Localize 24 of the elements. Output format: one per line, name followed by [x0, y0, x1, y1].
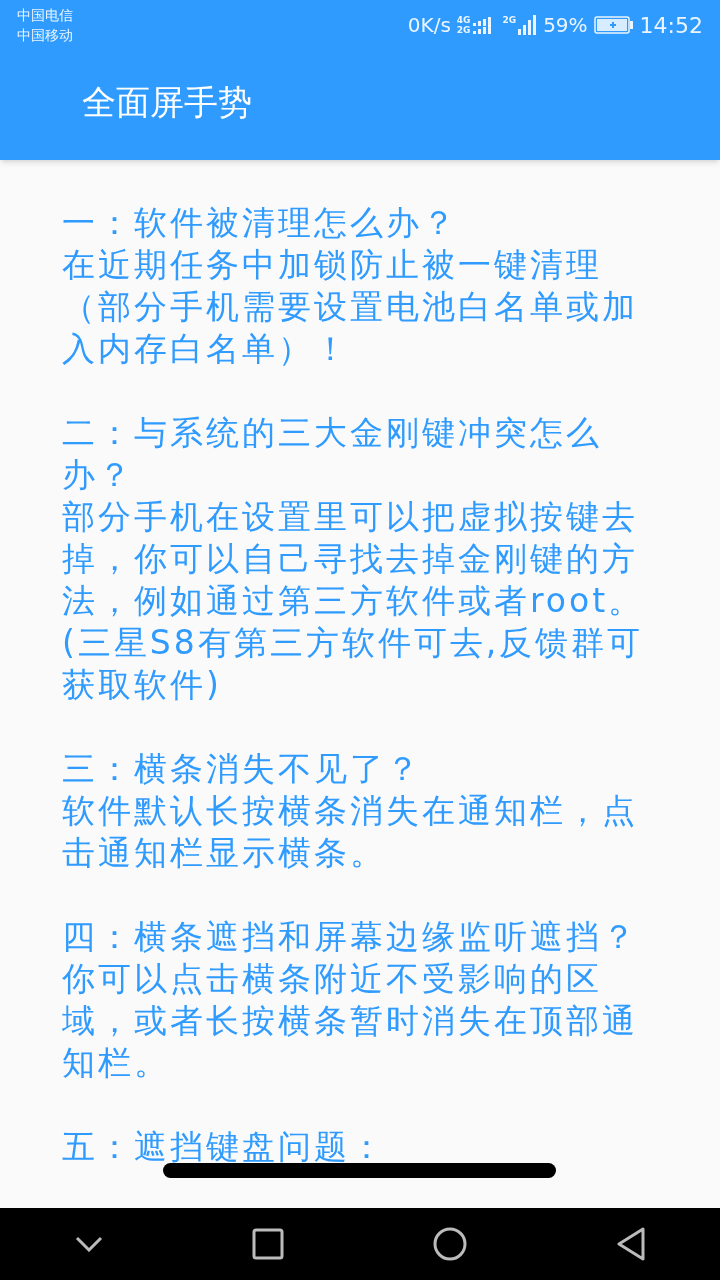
faq-answer: 部分手机在设置里可以把虚拟按键去掉，你可以自己寻找去掉金刚键的方法，例如通过第三方软件或者root。(三星S8有第三方软件可去,反馈群可获取软件) [62, 496, 646, 706]
faq-question: 五：遮挡键盘问题： [62, 1126, 387, 1168]
back-button[interactable] [615, 1227, 646, 1261]
page-title: 全面屏手势 [82, 80, 252, 124]
faq-question: 三：横条消失不见了？ [62, 748, 423, 790]
carrier-name: 中国电信 [17, 6, 73, 25]
faq-question: 一：软件被清理怎么办？ [62, 202, 459, 244]
faq-question: 二：与系统的三大金刚键冲突怎么办？ [62, 412, 603, 496]
faq-answer: 软件默认长按横条消失在通知栏，点击通知栏显示横条。 [62, 790, 639, 874]
faq-answer: 你可以点击横条附近不受影响的区域，或者长按横条暂时消失在顶部通知栏。 [62, 958, 639, 1084]
network-type: 2G [502, 15, 517, 25]
network-speed: 0K/s [407, 12, 451, 39]
home-button[interactable] [432, 1227, 467, 1261]
battery-percent: 59% [543, 12, 588, 39]
carrier-name: 中国移动 [17, 26, 73, 45]
network-type: 4G [456, 15, 471, 25]
clock: 14:52 [639, 11, 703, 40]
recents-button[interactable] [251, 1228, 284, 1260]
network-type: 2G [456, 25, 471, 35]
faq-answer: 在近期任务中加锁防止被一键清理（部分手机需要设置电池白名单或加入内存白名单）！ [62, 244, 639, 370]
faq-question: 四：横条遮挡和屏幕边缘监听遮挡？ [62, 916, 639, 958]
signal-bars-icon [517, 15, 538, 35]
chevron-down-icon[interactable] [74, 1236, 103, 1252]
battery-icon [593, 16, 634, 34]
